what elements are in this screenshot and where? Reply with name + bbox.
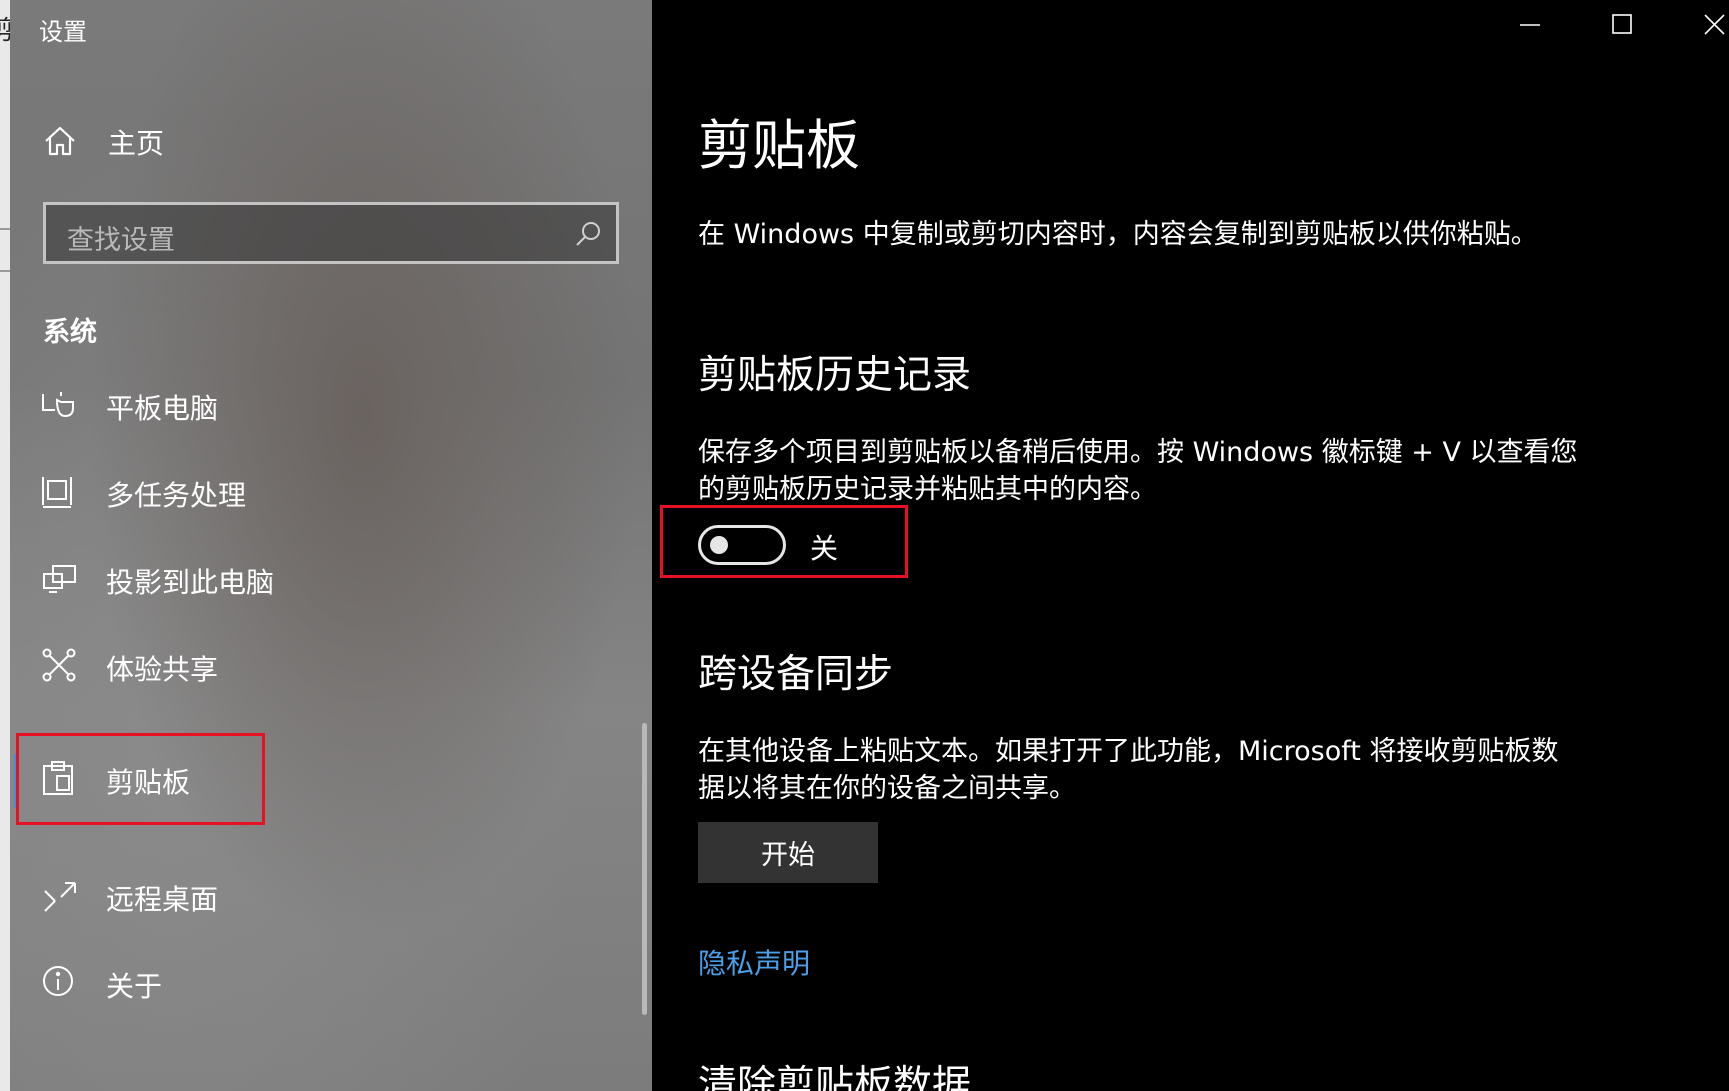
sidebar-item-label: 剪贴板 [106, 766, 191, 799]
maximize-button[interactable] [1588, 0, 1658, 50]
sidebar-item-about[interactable]: 关于 [10, 944, 652, 1024]
sync-heading: 跨设备同步 [698, 652, 894, 697]
history-heading: 剪贴板历史记录 [698, 353, 972, 398]
sidebar-item-label: 多任务处理 [106, 479, 247, 512]
history-description: 保存多个项目到剪贴板以备稍后使用。按 Windows 徽标键 + V 以查看您的… [698, 437, 1578, 505]
remote-desktop-icon [41, 877, 79, 915]
sidebar-item-clipboard[interactable]: 剪贴板 [10, 733, 652, 825]
close-button[interactable] [1680, 0, 1729, 50]
sidebar-item-label: 平板电脑 [106, 392, 219, 425]
toggle-knob [710, 536, 728, 554]
sidebar-item-label: 投影到此电脑 [106, 566, 275, 599]
sidebar-item-label: 远程桌面 [106, 883, 219, 916]
sidebar: 设置 主页 查找设置 系统 平板电脑 多任务处理 投影到此电脑 体验共享 剪贴板… [10, 0, 652, 1091]
clear-heading: 清除剪贴板数据 [698, 1063, 972, 1091]
sync-description: 在其他设备上粘贴文本。如果打开了此功能，Microsoft 将接收剪贴板数据以将… [698, 736, 1559, 804]
search-icon[interactable] [574, 220, 602, 248]
intro-text: 在 Windows 中复制或剪切内容时，内容会复制到剪贴板以供你粘贴。 [698, 219, 1538, 250]
minimize-button[interactable] [1496, 0, 1566, 50]
sidebar-item-label: 关于 [106, 970, 163, 1003]
maximize-icon [1612, 14, 1632, 34]
settings-window: 剪 设置 主页 查找设置 系统 平板电脑 多任务处理 投影到此电脑 体验共享 剪… [0, 0, 1729, 1091]
background-window-divider [0, 270, 10, 272]
sidebar-item-projecting[interactable]: 投影到此电脑 [10, 540, 652, 620]
privacy-statement-link[interactable]: 隐私声明 [698, 942, 810, 982]
background-window-edge: 剪 [0, 0, 14, 1091]
clipboard-history-toggle[interactable] [698, 525, 786, 565]
shared-experiences-icon [41, 647, 79, 685]
search-input[interactable]: 查找设置 [43, 202, 619, 264]
sidebar-item-remote-desktop[interactable]: 远程桌面 [10, 857, 652, 937]
sync-start-button[interactable]: 开始 [698, 822, 878, 883]
tablet-icon [41, 386, 79, 424]
sidebar-item-home[interactable]: 主页 [10, 108, 652, 174]
sidebar-scrollbar[interactable] [642, 723, 647, 1015]
sidebar-item-label: 主页 [108, 127, 165, 160]
close-icon [1704, 14, 1725, 35]
section-label: 系统 [43, 317, 97, 348]
home-icon [43, 124, 77, 158]
toggle-state-label: 关 [810, 532, 839, 565]
sidebar-item-multitasking[interactable]: 多任务处理 [10, 453, 652, 533]
clipboard-icon [41, 760, 79, 798]
minimize-icon [1520, 24, 1540, 26]
sidebar-item-tablet[interactable]: 平板电脑 [10, 366, 652, 446]
background-window-divider [0, 228, 10, 230]
info-icon [41, 964, 79, 1002]
projecting-icon [41, 560, 79, 598]
multitasking-icon [41, 473, 79, 511]
content-pane: 剪贴板 在 Windows 中复制或剪切内容时，内容会复制到剪贴板以供你粘贴。 … [652, 0, 1729, 1091]
sidebar-item-shared-experiences[interactable]: 体验共享 [10, 627, 652, 707]
sidebar-item-label: 体验共享 [106, 653, 219, 686]
page-title: 剪贴板 [698, 114, 860, 177]
app-title: 设置 [39, 18, 87, 46]
search-placeholder: 查找设置 [67, 225, 175, 256]
